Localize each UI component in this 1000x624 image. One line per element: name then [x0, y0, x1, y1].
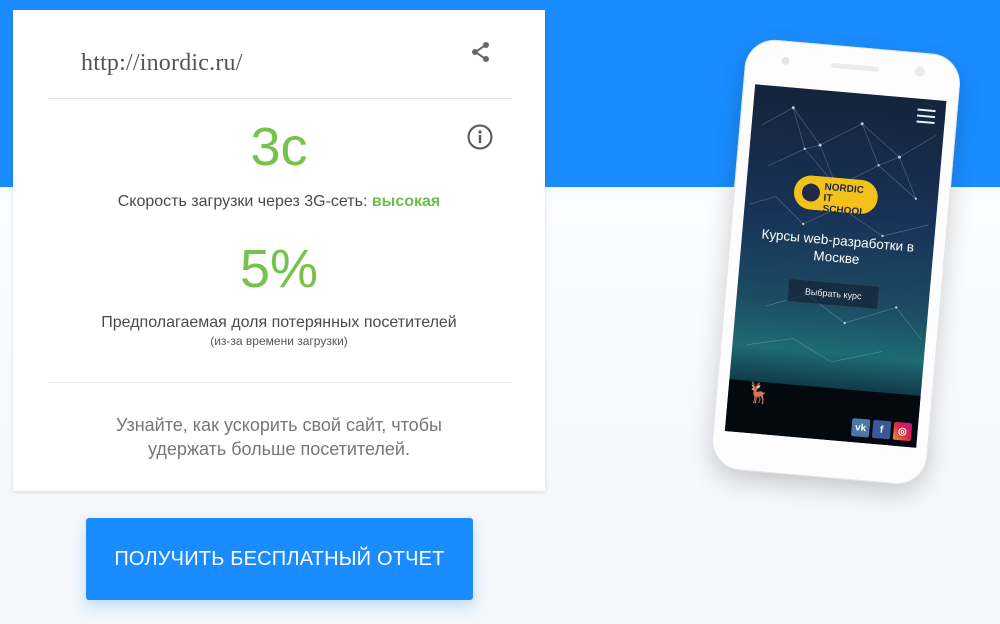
facebook-icon: f	[871, 419, 892, 440]
menu-icon	[916, 108, 936, 125]
share-icon	[472, 42, 489, 62]
info-icon	[467, 124, 493, 150]
info-button[interactable]	[466, 123, 494, 151]
speed-label: Скорость загрузки через 3G-сеть: высокая	[13, 193, 545, 211]
site-screenshot: NORDIC IT SCHOOL Курсы web-разработки в …	[724, 84, 947, 448]
phone-preview: NORDIC IT SCHOOL Курсы web-разработки в …	[700, 37, 970, 490]
instagram-icon: ◎	[892, 421, 913, 442]
lost-visitors-value: 5%	[239, 239, 319, 299]
logo-text: NORDIC IT SCHOOL	[822, 181, 866, 219]
get-free-report-button[interactable]: ПОЛУЧИТЬ БЕСПЛАТНЫЙ ОТЧЕТ	[86, 518, 473, 600]
deer-silhouette: 🦌	[745, 381, 773, 406]
speaker	[830, 62, 880, 73]
lost-visitors-label: Предполагаемая доля потерянных посетител…	[101, 314, 457, 331]
tested-url: http://inordic.ru/	[81, 50, 243, 76]
vk-icon: vk	[850, 418, 871, 438]
speed-label-text: Скорость загрузки через 3G-сеть:	[117, 193, 372, 210]
logo-mark	[801, 182, 821, 203]
phone-frame: NORDIC IT SCHOOL Курсы web-разработки в …	[709, 37, 963, 487]
divider	[48, 98, 512, 99]
camera-icon	[781, 56, 790, 66]
speedup-tip: Узнайте, как ускорить свой сайт, чтобы у…	[116, 415, 442, 459]
divider	[48, 382, 512, 383]
lost-visitors-note: (из-за времени загрузки)	[210, 334, 348, 348]
sensor	[914, 66, 926, 78]
speed-rating: высокая	[371, 193, 441, 210]
result-card: http://inordic.ru/ 3с Скорость загрузки …	[13, 10, 545, 491]
share-button[interactable]	[469, 40, 493, 64]
